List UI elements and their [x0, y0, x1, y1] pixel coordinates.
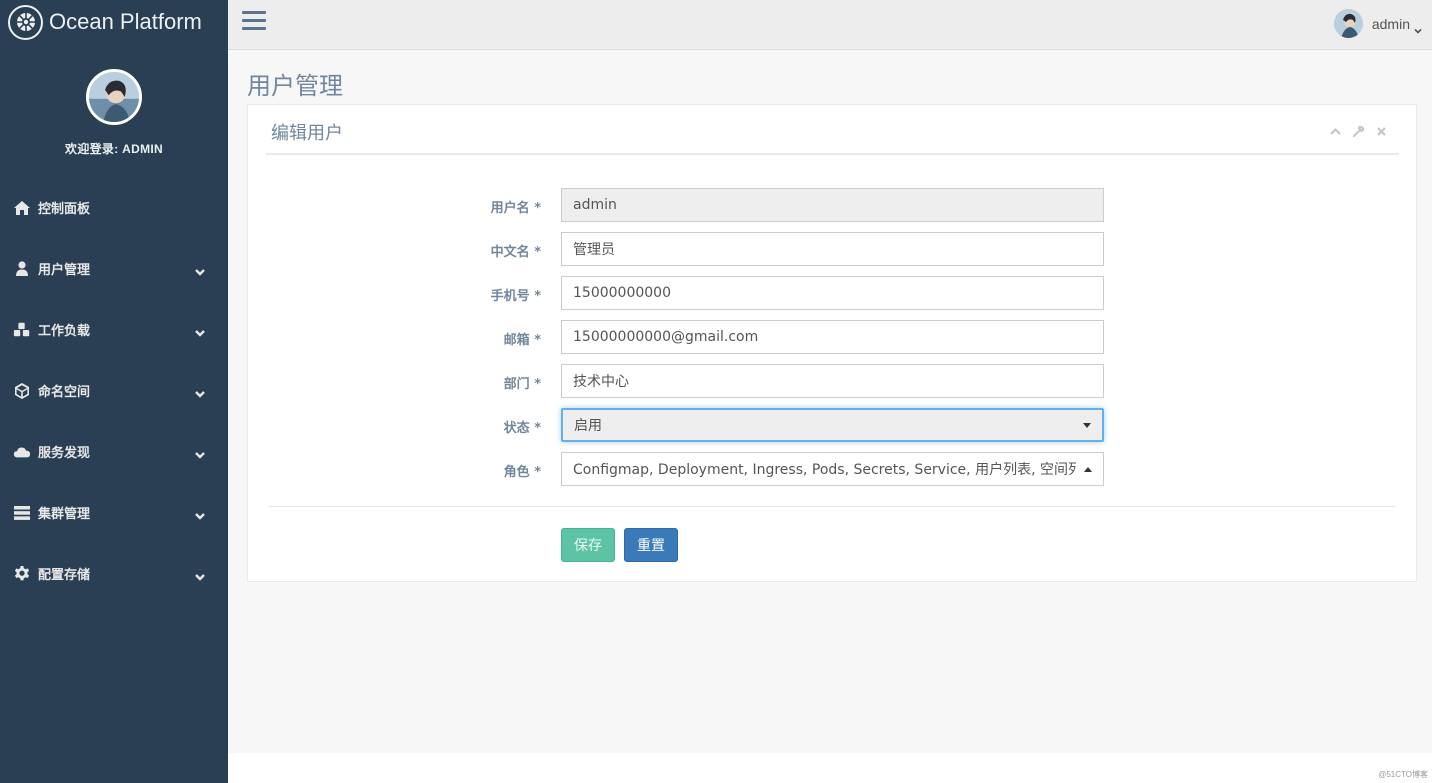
brand[interactable]: Ocean Platform: [0, 0, 228, 44]
cloud-icon: [12, 443, 32, 461]
email-value: 15000000000@gmail.com: [573, 329, 759, 345]
sidebar-item-workloads[interactable]: 工作负载: [0, 299, 228, 360]
role-label: 角色 *: [503, 465, 541, 480]
sidebar-item-user-management[interactable]: 用户管理: [0, 238, 228, 299]
panel-tools: [1329, 125, 1388, 138]
page-title: 用户管理: [247, 72, 343, 100]
sidebar-item-label: 命名空间: [38, 384, 91, 399]
footer: [228, 753, 1432, 783]
menu-toggle-icon[interactable]: [242, 11, 266, 31]
phone-field[interactable]: 15000000000: [561, 276, 1104, 310]
home-icon: [12, 199, 32, 217]
brand-title: Ocean Platform: [49, 9, 202, 34]
chinese-name-value: 管理员: [573, 242, 615, 258]
user-menu[interactable]: admin: [1333, 9, 1422, 38]
sidebar-item-label: 工作负载: [38, 323, 91, 338]
username-label: 用户名 *: [490, 201, 541, 216]
email-label: 邮箱 *: [503, 333, 541, 348]
main-content: 用户管理 编辑用户 用户名 * admin 中文名 * 管理员 手机号 * 15…: [228, 50, 1432, 753]
welcome-text: 欢迎登录: ADMIN: [65, 142, 163, 156]
brand-logo-icon: [8, 4, 43, 40]
sidebar-item-label: 集群管理: [38, 506, 91, 521]
department-field[interactable]: 技术中心: [561, 364, 1104, 398]
avatar: [1333, 9, 1363, 38]
server-icon: [12, 504, 32, 522]
sidebar-item-service-discovery[interactable]: 服务发现: [0, 421, 228, 482]
reset-button[interactable]: 重置: [624, 528, 678, 562]
form-row-phone: 手机号 * 15000000000: [248, 276, 1416, 310]
username-value: admin: [573, 197, 617, 213]
chinese-name-field[interactable]: 管理员: [561, 232, 1104, 266]
sidebar-item-label: 服务发现: [38, 445, 91, 460]
sidebar-item-config-storage[interactable]: 配置存储: [0, 543, 228, 604]
status-value: 启用: [574, 418, 602, 434]
chevron-down-icon: [194, 507, 206, 520]
department-label: 部门 *: [503, 377, 541, 392]
collapse-icon[interactable]: [1329, 125, 1342, 138]
close-icon[interactable]: [1375, 125, 1388, 138]
sidebar-item-label: 控制面板: [38, 201, 91, 216]
watermark: @51CTO博客: [1378, 770, 1428, 779]
profile: 欢迎登录: ADMIN: [0, 44, 228, 157]
cube-icon: [12, 382, 32, 400]
gear-icon: [12, 565, 32, 583]
user-icon: [12, 260, 32, 278]
sidebar: Ocean Platform 欢迎登录: ADMIN 控制面板 用户管理 工作负…: [0, 0, 228, 783]
edit-user-panel: 编辑用户 用户名 * admin 中文名 * 管理员 手机号 * 1500000…: [247, 104, 1417, 582]
chevron-down-icon: [194, 568, 206, 581]
panel-title: 编辑用户: [271, 123, 343, 144]
email-field[interactable]: 15000000000@gmail.com: [561, 320, 1104, 354]
form-row-username: 用户名 * admin: [248, 188, 1416, 222]
caret-down-icon: [1083, 422, 1091, 428]
sidebar-item-label: 用户管理: [38, 262, 91, 277]
role-multiselect[interactable]: Configmap, Deployment, Ingress, Pods, Se…: [561, 452, 1104, 486]
username-label: admin: [1371, 15, 1410, 32]
form-row-department: 部门 * 技术中心: [248, 364, 1416, 398]
save-button[interactable]: 保存: [561, 528, 615, 562]
sidebar-nav: 控制面板 用户管理 工作负载 命名空间 服务发现 集群管理 配置存储: [0, 177, 228, 604]
top-nav: admin: [228, 0, 1432, 50]
form-row-email: 邮箱 * 15000000000@gmail.com: [248, 320, 1416, 354]
phone-label: 手机号 *: [490, 289, 541, 304]
sidebar-item-cluster-management[interactable]: 集群管理: [0, 482, 228, 543]
chevron-down-icon: [1414, 20, 1422, 34]
caret-up-icon: [1084, 466, 1092, 472]
sidebar-item-dashboard[interactable]: 控制面板: [0, 177, 228, 238]
status-label: 状态 *: [503, 421, 541, 436]
department-value: 技术中心: [573, 374, 629, 390]
cubes-icon: [12, 321, 32, 339]
chevron-down-icon: [194, 446, 206, 459]
chevron-down-icon: [194, 324, 206, 337]
chevron-down-icon: [194, 263, 206, 276]
form-row-role: 角色 * Configmap, Deployment, Ingress, Pod…: [248, 452, 1416, 486]
username-field[interactable]: admin: [561, 188, 1104, 222]
sidebar-item-label: 配置存储: [38, 567, 91, 582]
phone-value: 15000000000: [573, 285, 671, 301]
wrench-icon[interactable]: [1352, 125, 1365, 138]
chinese-name-label: 中文名 *: [490, 245, 541, 260]
form-row-chinese-name: 中文名 * 管理员: [248, 232, 1416, 266]
chevron-down-icon: [194, 385, 206, 398]
sidebar-item-namespaces[interactable]: 命名空间: [0, 360, 228, 421]
divider: [266, 153, 1399, 155]
role-value: Configmap, Deployment, Ingress, Pods, Se…: [573, 462, 1076, 478]
status-select[interactable]: 启用: [561, 408, 1104, 442]
form-row-status: 状态 * 启用: [248, 408, 1416, 442]
divider: [269, 506, 1395, 507]
avatar: [86, 69, 142, 125]
